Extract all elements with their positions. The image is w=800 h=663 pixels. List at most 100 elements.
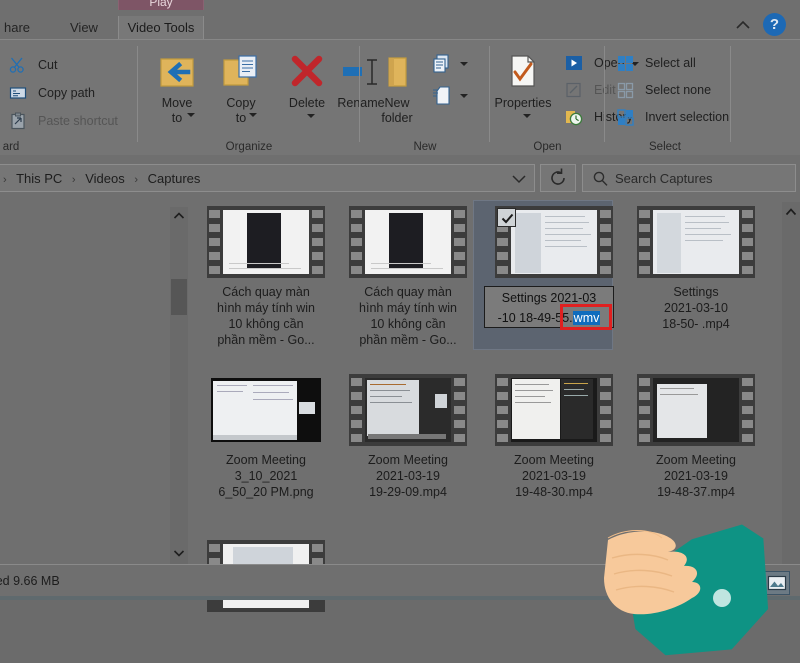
copy-path-label: Copy path xyxy=(38,86,95,100)
breadcrumb-videos[interactable]: Videos xyxy=(85,171,125,186)
search-box[interactable]: Search Captures xyxy=(582,164,796,192)
chevron-down-icon[interactable] xyxy=(187,113,195,117)
refresh-button[interactable] xyxy=(540,164,576,192)
move-to-button[interactable]: Move to xyxy=(146,48,208,126)
content-area: Cách quay màn hình máy tính win 10 không… xyxy=(0,202,800,564)
select-all-button[interactable]: Select all xyxy=(615,50,696,76)
thumbnail-preview xyxy=(223,210,309,274)
thumbnail xyxy=(495,374,613,446)
ribbon-group-select: Select all Select none xyxy=(605,40,755,155)
collapse-ribbon-icon[interactable] xyxy=(734,16,752,34)
file-item[interactable]: Settings 2021-03-10 18-50- .mp4 xyxy=(626,206,766,332)
open-group-label: Open xyxy=(490,141,605,153)
selection-checkbox[interactable] xyxy=(497,208,516,227)
invert-selection-button[interactable]: Invert selection xyxy=(615,104,729,130)
status-bar: cted 9.66 MB xyxy=(0,564,800,600)
large-icons-view-button[interactable] xyxy=(764,571,790,595)
scissors-icon xyxy=(8,55,28,75)
easy-access-icon xyxy=(432,95,460,112)
ribbon-group-new: New folder xyxy=(360,40,490,155)
ribbon-group-open: Properties Open xyxy=(490,40,605,155)
file-item[interactable]: Cách quay màn hình máy tính win 10 không… xyxy=(338,206,478,348)
chevron-down-icon[interactable] xyxy=(460,94,468,98)
file-name: Cách quay màn hình máy tính win 10 không… xyxy=(196,284,336,348)
copy-to-button[interactable]: Copy to xyxy=(210,48,272,126)
tab-share[interactable]: hare xyxy=(0,16,40,40)
file-item[interactable]: Zoom Meeting 3_10_2021 6_50_20 PM.png xyxy=(196,374,336,500)
chevron-down-icon[interactable] xyxy=(460,62,468,66)
ribbon-group-clipboard: Cut Copy path xyxy=(0,40,138,155)
move-to-label: Move to xyxy=(146,96,208,126)
window-bottom-edge xyxy=(0,596,800,600)
breadcrumb-this-pc[interactable]: This PC xyxy=(16,171,62,186)
file-name: Zoom Meeting 3_10_2021 6_50_20 PM.png xyxy=(196,452,336,500)
file-name: Cách quay màn hình máy tính win 10 không… xyxy=(338,284,478,348)
paste-shortcut-icon xyxy=(8,111,28,131)
film-strip-icon xyxy=(495,374,613,446)
film-strip-icon xyxy=(349,374,467,446)
breadcrumb-captures[interactable]: Captures xyxy=(148,171,201,186)
ribbon-group-organize: Move to Copy to xyxy=(138,40,360,155)
film-strip-icon xyxy=(349,206,467,278)
search-icon xyxy=(592,170,609,187)
select-none-label: Select none xyxy=(645,83,711,97)
properties-button[interactable]: Properties xyxy=(492,48,554,111)
film-strip-icon xyxy=(637,206,755,278)
thumbnail-preview xyxy=(653,210,739,274)
file-name: Zoom Meeting 2021-03-19 19-48-30.mp4 xyxy=(484,452,624,500)
thumbnail-preview xyxy=(365,378,451,442)
help-icon[interactable]: ? xyxy=(763,13,786,36)
new-folder-icon xyxy=(368,48,426,96)
thumbnail xyxy=(637,206,755,278)
copy-to-label: Copy to xyxy=(210,96,272,126)
nav-pane-scrollbar[interactable] xyxy=(170,207,188,564)
chevron-down-icon[interactable] xyxy=(307,114,315,118)
address-bar: › This PC › Videos › Captures xyxy=(0,155,800,202)
file-grid: Cách quay màn hình máy tính win 10 không… xyxy=(196,202,766,564)
contextual-tab-play[interactable]: Play xyxy=(118,0,204,10)
tab-video-tools[interactable]: Video Tools xyxy=(118,16,204,40)
breadcrumb-separator: › xyxy=(3,174,7,186)
chevron-down-icon[interactable] xyxy=(523,114,531,118)
open-icon xyxy=(564,53,584,73)
select-none-button[interactable]: Select none xyxy=(615,77,711,103)
breadcrumb-bar[interactable]: › This PC › Videos › Captures xyxy=(0,164,535,192)
invert-selection-label: Invert selection xyxy=(645,110,729,124)
select-group-label: Select xyxy=(605,141,725,153)
select-none-icon xyxy=(615,80,635,100)
file-pane-scrollbar[interactable] xyxy=(782,202,800,564)
properties-label: Properties xyxy=(492,96,554,111)
search-input[interactable]: Search Captures xyxy=(615,165,713,193)
thumbnail-preview xyxy=(365,210,451,274)
scrollbar-thumb[interactable] xyxy=(171,279,187,315)
properties-icon xyxy=(492,48,554,96)
cut-button[interactable]: Cut xyxy=(8,52,57,78)
file-item[interactable]: Zoom Meeting 2021-03-19 19-48-37.mp4 xyxy=(626,374,766,500)
file-item[interactable]: Zoom Meeting 2021-03-19 19-29-09.mp4 xyxy=(338,374,478,500)
scroll-up-icon[interactable] xyxy=(170,207,188,225)
file-name: Zoom Meeting 2021-03-19 19-29-09.mp4 xyxy=(338,452,478,500)
details-view-button[interactable] xyxy=(734,571,760,595)
select-all-label: Select all xyxy=(645,56,696,70)
file-item[interactable]: Zoom Meeting 2021-03-19 19-48-30.mp4 xyxy=(484,374,624,500)
scroll-down-icon[interactable] xyxy=(170,544,188,562)
thumbnail-preview xyxy=(511,378,597,442)
clipboard-group-label: ard xyxy=(0,141,50,153)
file-item[interactable]: Cách quay màn hình máy tính win 10 không… xyxy=(196,206,336,348)
copy-path-button[interactable]: Copy path xyxy=(8,80,95,106)
thumbnail xyxy=(349,206,467,278)
new-folder-button[interactable]: New folder xyxy=(368,48,426,126)
thumbnail xyxy=(637,374,755,446)
status-text: cted 9.66 MB xyxy=(0,574,60,588)
tab-view[interactable]: View xyxy=(60,16,108,40)
view-mode-buttons xyxy=(734,571,792,595)
paste-shortcut-button[interactable]: Paste shortcut xyxy=(8,108,118,134)
new-item-button[interactable] xyxy=(432,52,472,78)
easy-access-button[interactable] xyxy=(432,84,472,110)
chevron-down-icon[interactable] xyxy=(249,113,257,117)
address-dropdown-icon[interactable] xyxy=(504,165,534,191)
edit-icon xyxy=(564,80,584,100)
move-to-icon xyxy=(146,48,208,96)
scroll-up-icon[interactable] xyxy=(782,204,800,220)
file-item-selected[interactable]: Settings 2021-03 -10 18-49-55.wmv xyxy=(484,206,624,278)
